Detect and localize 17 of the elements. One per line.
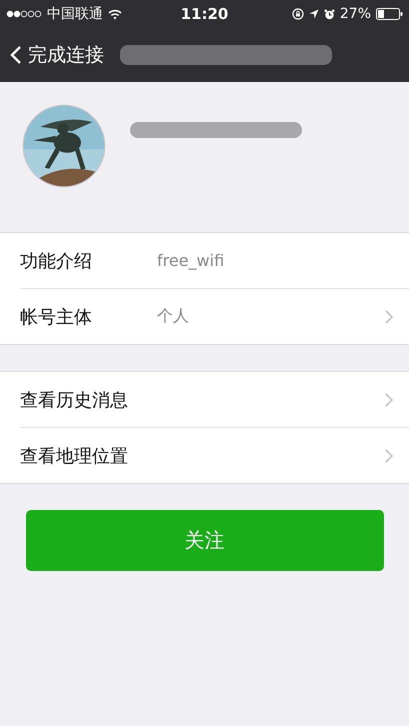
back-button[interactable]: 完成连接 (10, 42, 104, 68)
rotation-lock-icon (292, 8, 304, 20)
carrier-name: 中国联通 (47, 5, 103, 23)
wifi-icon (108, 8, 122, 20)
row-label: 查看地理位置 (20, 444, 129, 468)
battery-percent: 27% (340, 6, 371, 22)
clock-time: 11:20 (180, 5, 228, 23)
location-arrow-icon (308, 9, 319, 19)
alarm-icon (324, 8, 335, 20)
row-value: 个人 (157, 306, 190, 327)
row-label: 查看历史消息 (20, 388, 129, 412)
row-value: free_wifi (157, 251, 226, 270)
row-label: 帐号主体 (20, 306, 93, 328)
signal-icon (6, 10, 42, 18)
row-label: 功能介绍 (20, 250, 93, 272)
back-chevron-icon (10, 45, 22, 65)
battery-icon (376, 8, 403, 20)
